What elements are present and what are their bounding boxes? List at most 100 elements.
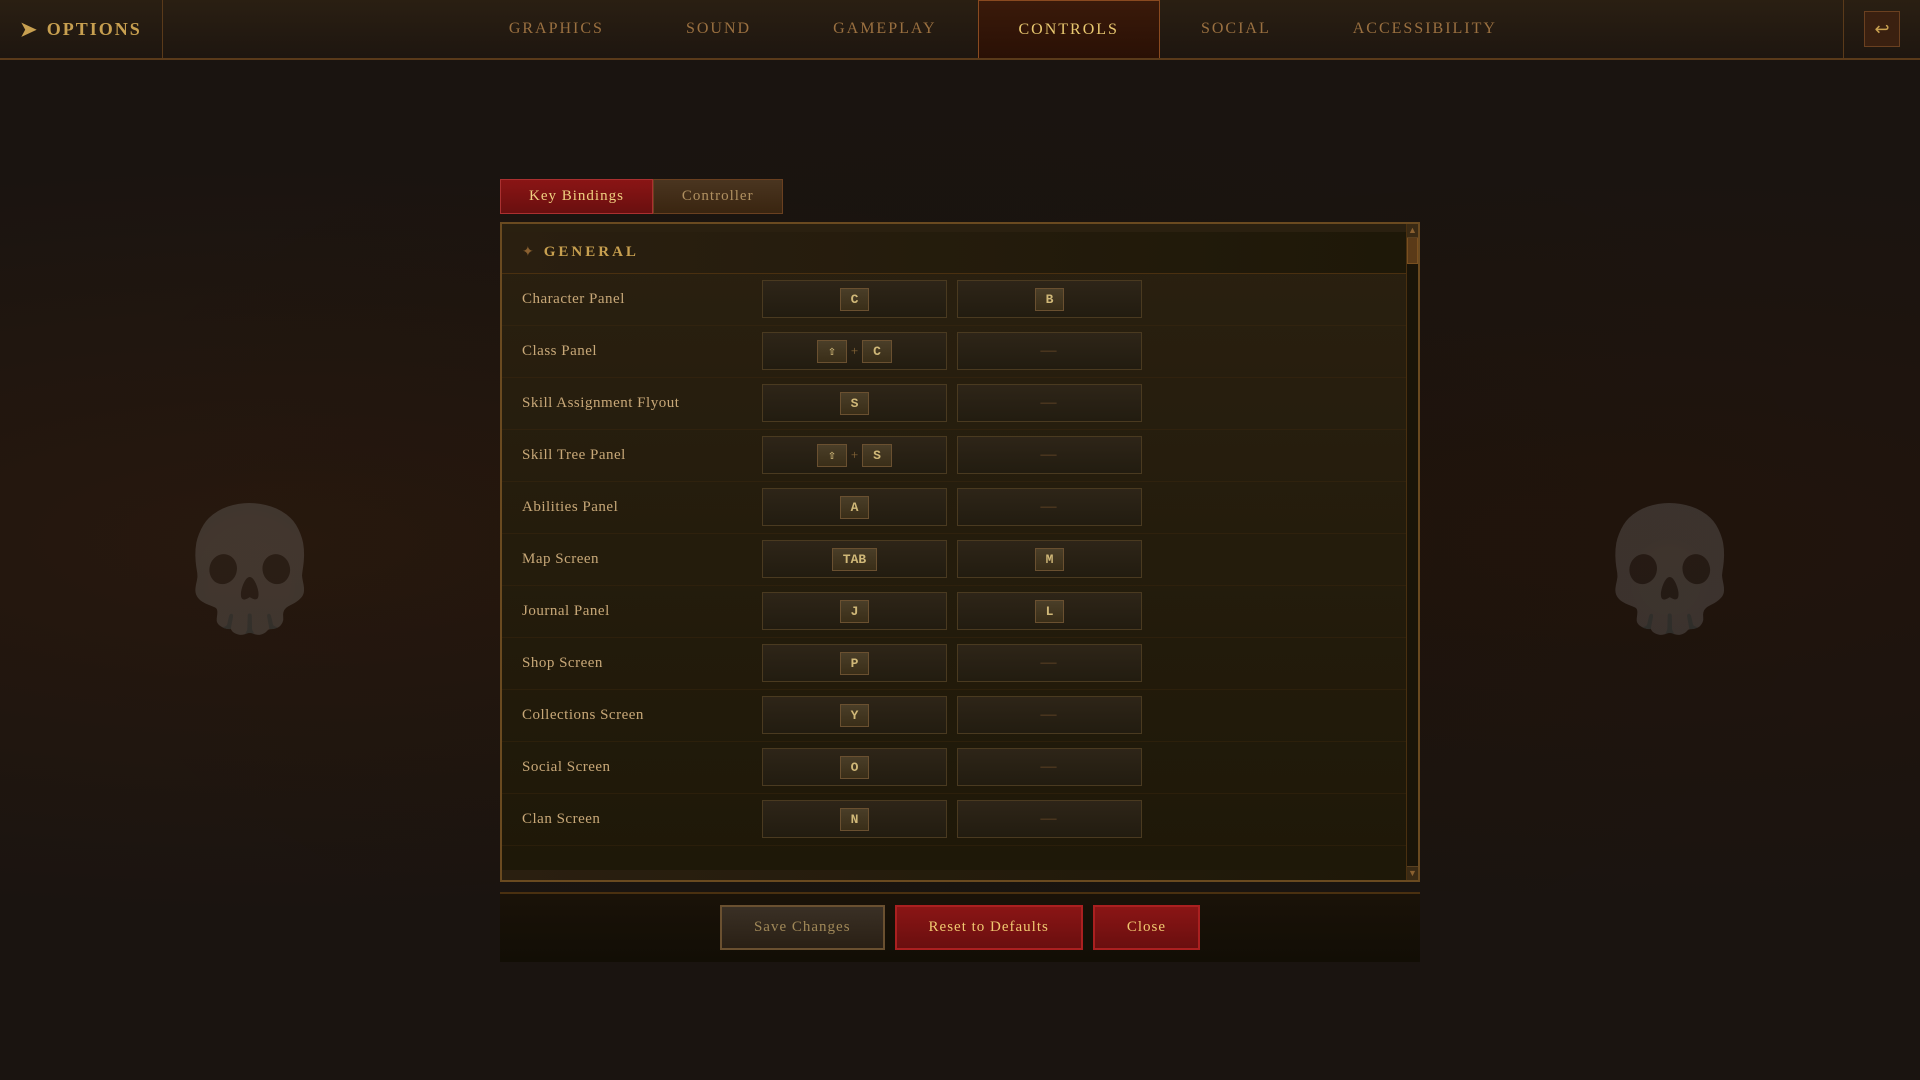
undo-button[interactable]: ↩ <box>1864 11 1900 47</box>
tab-social[interactable]: SOCIAL <box>1160 0 1312 58</box>
key-empty: — <box>1041 654 1059 672</box>
binding-keys: TAB M <box>762 540 1386 578</box>
key-badge: M <box>1035 548 1065 571</box>
back-button[interactable]: ➤ OPTIONS <box>0 0 163 58</box>
tab-controls[interactable]: CONTROLS <box>978 0 1160 58</box>
key-badge: TAB <box>832 548 877 571</box>
secondary-key-social[interactable]: — <box>957 748 1142 786</box>
table-row: Character Panel C B <box>502 274 1406 326</box>
scroll-content[interactable]: ✦ GENERAL Character Panel C B <box>502 224 1406 880</box>
back-arrow-icon: ➤ <box>20 17 39 42</box>
table-row: Shop Screen P — <box>502 638 1406 690</box>
primary-key-character-panel[interactable]: C <box>762 280 947 318</box>
primary-key-social[interactable]: O <box>762 748 947 786</box>
binding-label-abilities: Abilities Panel <box>522 499 762 516</box>
nav-tabs: GRAPHICS SOUND GAMEPLAY CONTROLS SOCIAL … <box>163 0 1843 58</box>
tab-gameplay[interactable]: GAMEPLAY <box>792 0 977 58</box>
key-badge: S <box>840 392 870 415</box>
table-row: Skill Tree Panel ⇧ + S — <box>502 430 1406 482</box>
key-empty: — <box>1041 758 1059 776</box>
key-empty: — <box>1041 394 1059 412</box>
key-badge: J <box>840 600 870 623</box>
key-empty: — <box>1041 446 1059 464</box>
key-empty: — <box>1041 706 1059 724</box>
key-plus: + <box>851 343 858 359</box>
binding-label-skill-flyout: Skill Assignment Flyout <box>522 395 762 412</box>
key-empty: — <box>1041 810 1059 828</box>
key-badge: N <box>840 808 870 831</box>
key-badge: P <box>840 652 870 675</box>
table-row: Clan Screen N — <box>502 794 1406 846</box>
primary-key-skill-flyout[interactable]: S <box>762 384 947 422</box>
binding-keys: O — <box>762 748 1386 786</box>
general-section-header: ✦ GENERAL <box>502 232 1406 274</box>
secondary-key-character-panel[interactable]: B <box>957 280 1142 318</box>
binding-label-class-panel: Class Panel <box>522 343 762 360</box>
primary-key-collections[interactable]: Y <box>762 696 947 734</box>
binding-keys: Y — <box>762 696 1386 734</box>
key-badge: B <box>1035 288 1065 311</box>
secondary-key-journal[interactable]: L <box>957 592 1142 630</box>
back-label: OPTIONS <box>47 19 142 40</box>
secondary-key-skill-flyout[interactable]: — <box>957 384 1142 422</box>
close-button[interactable]: Close <box>1093 905 1200 950</box>
scroll-panel[interactable]: ✦ GENERAL Character Panel C B <box>500 222 1420 882</box>
secondary-key-class-panel[interactable]: — <box>957 332 1142 370</box>
panel-wrapper: Key Bindings Controller ✦ GENERAL Charac… <box>500 179 1420 962</box>
primary-key-shop[interactable]: P <box>762 644 947 682</box>
primary-key-map[interactable]: TAB <box>762 540 947 578</box>
key-badge: ⇧ <box>817 340 847 363</box>
save-changes-button[interactable]: Save Changes <box>720 905 885 950</box>
binding-keys: C B <box>762 280 1386 318</box>
binding-label-skill-tree: Skill Tree Panel <box>522 447 762 464</box>
key-badge: S <box>862 444 892 467</box>
reset-to-defaults-button[interactable]: Reset to Defaults <box>895 905 1083 950</box>
secondary-key-skill-tree[interactable]: — <box>957 436 1142 474</box>
key-badge: C <box>840 288 870 311</box>
primary-key-class-panel[interactable]: ⇧ + C <box>762 332 947 370</box>
binding-label-collections: Collections Screen <box>522 707 762 724</box>
key-empty: — <box>1041 498 1059 516</box>
binding-label-journal: Journal Panel <box>522 603 762 620</box>
binding-keys: ⇧ + S — <box>762 436 1386 474</box>
gameplay-section-header: ✦ GAMEPLAY <box>502 870 1406 880</box>
scrollbar-up-button[interactable]: ▲ <box>1407 224 1418 238</box>
key-badge: A <box>840 496 870 519</box>
secondary-key-collections[interactable]: — <box>957 696 1142 734</box>
scrollbar-track[interactable]: ▲ ▼ <box>1406 224 1418 880</box>
table-row: Social Screen O — <box>502 742 1406 794</box>
primary-key-skill-tree[interactable]: ⇧ + S <box>762 436 947 474</box>
scrollbar-down-button[interactable]: ▼ <box>1407 866 1418 880</box>
main-content: Key Bindings Controller ✦ GENERAL Charac… <box>0 60 1920 1080</box>
secondary-key-abilities[interactable]: — <box>957 488 1142 526</box>
primary-key-journal[interactable]: J <box>762 592 947 630</box>
key-badge: C <box>862 340 892 363</box>
secondary-key-map[interactable]: M <box>957 540 1142 578</box>
section-icon: ✦ <box>522 244 534 261</box>
table-row: Skill Assignment Flyout S — <box>502 378 1406 430</box>
table-row: Class Panel ⇧ + C — <box>502 326 1406 378</box>
tab-sound[interactable]: SOUND <box>645 0 792 58</box>
key-badge: L <box>1035 600 1065 623</box>
primary-key-clan[interactable]: N <box>762 800 947 838</box>
table-row: Abilities Panel A — <box>502 482 1406 534</box>
tab-accessibility[interactable]: ACCESSIBILITY <box>1312 0 1538 58</box>
binding-keys: N — <box>762 800 1386 838</box>
secondary-key-shop[interactable]: — <box>957 644 1142 682</box>
binding-label-social: Social Screen <box>522 759 762 776</box>
bottom-actions: Save Changes Reset to Defaults Close <box>500 892 1420 962</box>
key-plus: + <box>851 447 858 463</box>
controller-tab[interactable]: Controller <box>653 179 783 214</box>
binding-label-clan: Clan Screen <box>522 811 762 828</box>
key-bindings-tab[interactable]: Key Bindings <box>500 179 653 214</box>
key-badge: ⇧ <box>817 444 847 467</box>
table-row: Map Screen TAB M <box>502 534 1406 586</box>
primary-key-abilities[interactable]: A <box>762 488 947 526</box>
undo-area: ↩ <box>1843 0 1920 58</box>
key-badge: Y <box>840 704 870 727</box>
binding-label-map: Map Screen <box>522 551 762 568</box>
tab-graphics[interactable]: GRAPHICS <box>468 0 645 58</box>
binding-keys: ⇧ + C — <box>762 332 1386 370</box>
binding-label-shop: Shop Screen <box>522 655 762 672</box>
secondary-key-clan[interactable]: — <box>957 800 1142 838</box>
